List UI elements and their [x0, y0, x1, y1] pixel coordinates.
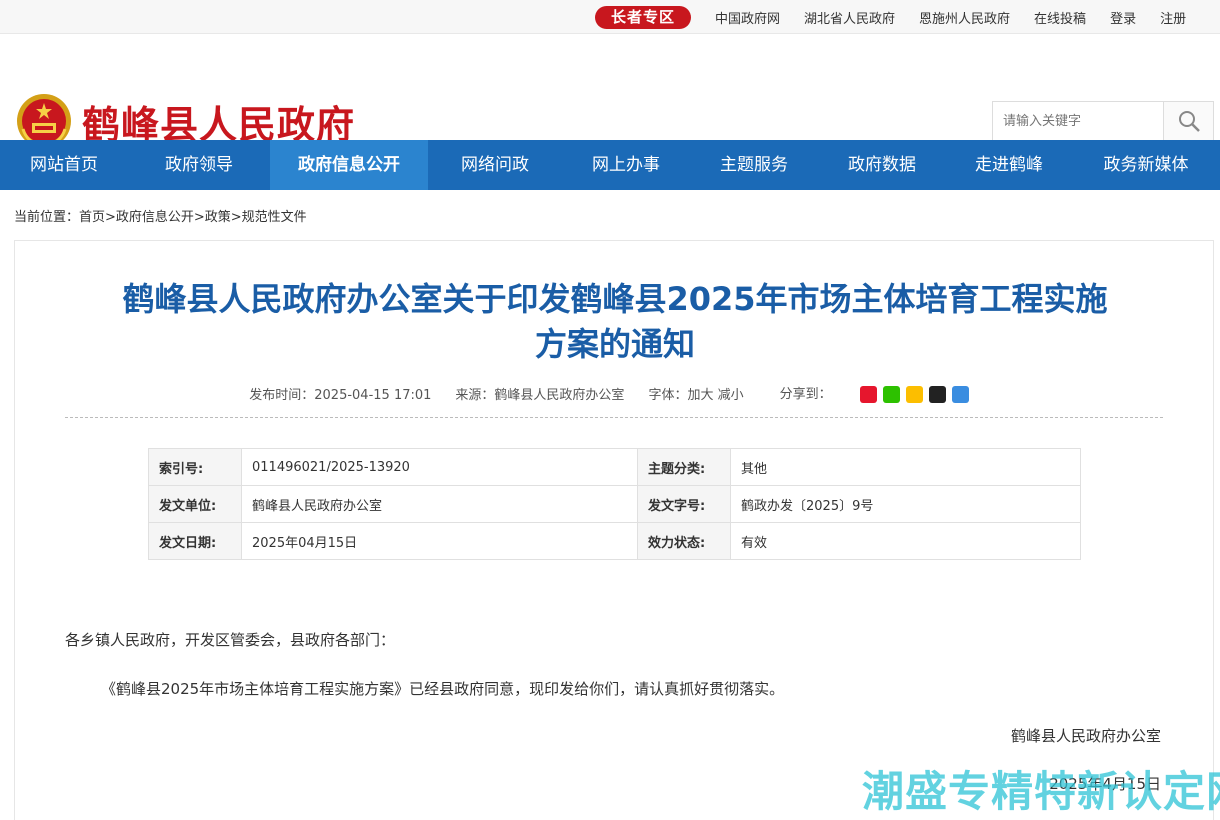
topic-value: 其他	[730, 448, 1081, 486]
search-icon	[1178, 111, 1200, 132]
doc-no-label: 发文字号:	[637, 485, 731, 523]
salutation: 各乡镇人民政府，开发区管委会，县政府各部门：	[65, 631, 396, 649]
qzone-icon[interactable]	[905, 386, 923, 403]
body-paragraph: 《鹤峰县2025年市场主体培育工程实施方案》已经县政府同意，现印发给你们，请认真…	[101, 680, 785, 698]
link-register[interactable]: 注册	[1160, 8, 1186, 27]
site-header: 鹤峰县人民政府	[0, 34, 1220, 149]
date-label: 发文日期:	[148, 522, 242, 560]
table-row: 索引号: 011496021/2025-13920 主题分类: 其他	[148, 448, 1081, 486]
nav-online-inquiry[interactable]: 网络问政	[428, 140, 562, 190]
date-value: 2025年04月15日	[241, 522, 638, 560]
doc-no-value: 鹤政办发〔2025〕9号	[730, 485, 1081, 523]
link-central-gov[interactable]: 中国政府网	[715, 8, 780, 27]
nav-theme-service[interactable]: 主题服务	[690, 140, 818, 190]
divider	[65, 417, 1163, 418]
article-meta: 发布时间：2025-04-15 17:01 来源：鹤峰县人民政府办公室 字体：加…	[15, 383, 1215, 403]
nav-about-hefeng[interactable]: 走进鹤峰	[946, 140, 1072, 190]
nav-new-media[interactable]: 政务新媒体	[1072, 140, 1220, 190]
more-share-icon[interactable]	[951, 386, 969, 403]
article-source: 来源：鹤峰县人民政府办公室	[455, 387, 625, 403]
article-title-line2: 方案的通知	[534, 325, 695, 363]
nav-online-service[interactable]: 网上办事	[562, 140, 690, 190]
article-title: 鹤峰县人民政府办公室关于印发鹤峰县2025年市场主体培育工程实施 方案的通知	[55, 277, 1175, 367]
link-submit[interactable]: 在线投稿	[1034, 8, 1086, 27]
issuer-value: 鹤峰县人民政府办公室	[241, 485, 638, 523]
elder-zone-button[interactable]: 长者专区	[595, 6, 691, 29]
nav-info-disclosure[interactable]: 政府信息公开	[270, 140, 428, 190]
search-box	[992, 101, 1214, 141]
article-title-line1: 鹤峰县人民政府办公室关于印发鹤峰县2025年市场主体培育工程实施	[122, 280, 1108, 318]
search-button[interactable]	[1163, 102, 1213, 140]
breadcrumb[interactable]: 当前位置：首页>政府信息公开>政策>规范性文件	[14, 206, 307, 225]
publish-time: 发布时间：2025-04-15 17:01	[249, 387, 432, 403]
doc-info-table: 索引号: 011496021/2025-13920 主题分类: 其他 发文单位:…	[148, 448, 1081, 560]
status-label: 效力状态:	[637, 522, 731, 560]
nav-gov-data[interactable]: 政府数据	[818, 140, 946, 190]
nav-leaders[interactable]: 政府领导	[128, 140, 270, 190]
link-hubei-gov[interactable]: 湖北省人民政府	[804, 8, 895, 27]
main-nav: 网站首页 政府领导 政府信息公开 网络问政 网上办事 主题服务 政府数据 走进鹤…	[0, 140, 1220, 190]
signature: 鹤峰县人民政府办公室	[1010, 727, 1161, 745]
watermark-text: 潮盛专精特新认定网	[862, 767, 1220, 816]
nav-home[interactable]: 网站首页	[0, 140, 128, 190]
article-card: 鹤峰县人民政府办公室关于印发鹤峰县2025年市场主体培育工程实施 方案的通知 发…	[14, 240, 1214, 820]
search-input[interactable]	[993, 102, 1163, 140]
share-label: 分享到：	[779, 387, 832, 402]
index-no-label: 索引号:	[148, 448, 242, 486]
link-enshi-gov[interactable]: 恩施州人民政府	[919, 8, 1010, 27]
index-no-value: 011496021/2025-13920	[241, 448, 638, 486]
issuer-label: 发文单位:	[148, 485, 242, 523]
status-value: 有效	[730, 522, 1081, 560]
topic-label: 主题分类:	[637, 448, 731, 486]
table-row: 发文日期: 2025年04月15日 效力状态: 有效	[148, 522, 1081, 560]
link-login[interactable]: 登录	[1110, 8, 1136, 27]
top-bar: 长者专区 中国政府网 湖北省人民政府 恩施州人民政府 在线投稿 登录 注册	[0, 0, 1220, 34]
wechat-icon[interactable]	[882, 386, 900, 403]
weibo-icon[interactable]	[859, 386, 877, 403]
share-bar: 分享到：	[768, 383, 981, 403]
font-size-control[interactable]: 字体：加大 减小	[648, 384, 743, 403]
top-links: 中国政府网 湖北省人民政府 恩施州人民政府 在线投稿 登录 注册	[703, 0, 1198, 34]
qq-icon[interactable]	[928, 386, 946, 403]
table-row: 发文单位: 鹤峰县人民政府办公室 发文字号: 鹤政办发〔2025〕9号	[148, 485, 1081, 523]
